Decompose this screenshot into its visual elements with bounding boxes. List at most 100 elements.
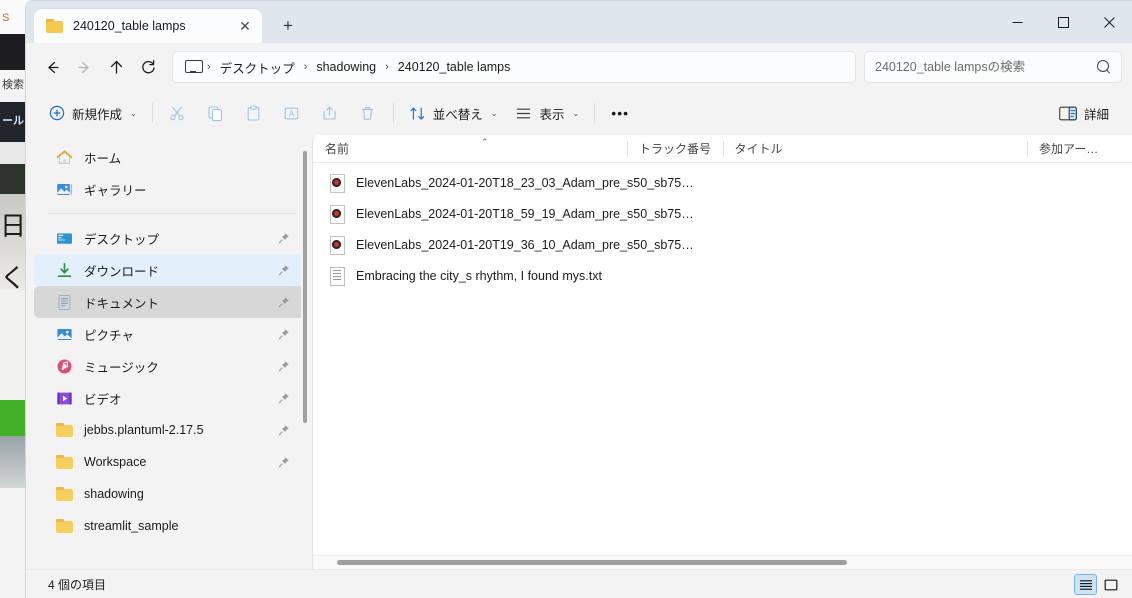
minimize-button[interactable] bbox=[994, 1, 1040, 43]
videos-icon bbox=[56, 390, 73, 407]
sidebar-item-downloads[interactable]: ダウンロード bbox=[34, 254, 304, 286]
column-header-row: 名前 ⌃ トラック番号 タイトル 参加アー… bbox=[313, 135, 1132, 163]
sidebar-item-label: ミュージック bbox=[84, 360, 159, 375]
sidebar-item-label: ギャラリー bbox=[84, 183, 147, 198]
new-tab-button[interactable]: + bbox=[274, 12, 302, 40]
sidebar-item-videos[interactable]: ビデオ bbox=[34, 382, 304, 414]
breadcrumb-separator: › bbox=[385, 61, 389, 73]
sidebar-item-streamlit-sample[interactable]: streamlit_sample bbox=[34, 510, 304, 542]
column-header-label: 参加アー… bbox=[1038, 142, 1099, 156]
navigation-pane: ホーム ギャラリー デスクトップ ダウンロード ドキュメント ピクチャ ミュージ… bbox=[26, 135, 312, 569]
sidebar-item-pictures[interactable]: ピクチャ bbox=[34, 318, 304, 350]
breadcrumb-item-desktop[interactable]: デスクトップ bbox=[213, 56, 302, 79]
copy-button[interactable] bbox=[197, 97, 235, 129]
sidebar-scrollbar-thumb[interactable] bbox=[303, 151, 307, 423]
close-tab-icon[interactable]: ✕ bbox=[232, 13, 258, 39]
sidebar-divider bbox=[48, 213, 296, 214]
toolbar-divider bbox=[392, 103, 394, 123]
mp3-file-icon bbox=[329, 173, 345, 193]
sidebar-item-jebbs-plantuml[interactable]: jebbs.plantuml-2.17.5 bbox=[34, 414, 304, 446]
bg-text-fragment: く bbox=[0, 263, 27, 293]
column-header-track-number[interactable]: トラック番号 bbox=[626, 135, 723, 163]
command-bar: 新規作成 ⌄ A 並べ替え ⌄ 表示 ⌄ ••• 詳細 bbox=[26, 91, 1132, 135]
sidebar-item-home[interactable]: ホーム bbox=[34, 141, 304, 173]
pin-icon[interactable] bbox=[278, 360, 290, 372]
column-header-artist[interactable]: 参加アー… bbox=[1026, 135, 1132, 163]
maximize-button[interactable] bbox=[1040, 1, 1086, 43]
search-input[interactable] bbox=[875, 60, 1097, 74]
table-row[interactable]: ElevenLabs_2024-01-20T18_59_19_Adam_pre_… bbox=[317, 198, 1128, 229]
sidebar-item-gallery[interactable]: ギャラリー bbox=[34, 173, 304, 205]
pin-icon[interactable] bbox=[278, 232, 290, 244]
folder-icon bbox=[56, 486, 73, 503]
horizontal-scrollbar-thumb[interactable] bbox=[337, 560, 847, 565]
large-icons-view-toggle[interactable] bbox=[1099, 574, 1122, 595]
sidebar-item-documents[interactable]: ドキュメント bbox=[34, 286, 304, 318]
view-button-label: 表示 bbox=[539, 107, 565, 122]
more-options-button[interactable]: ••• bbox=[601, 97, 639, 129]
sort-icon bbox=[409, 105, 426, 122]
sort-ascending-icon: ⌃ bbox=[481, 136, 489, 147]
tab-240120-table-lamps[interactable]: 240120_table lamps ✕ bbox=[34, 9, 262, 43]
sidebar-item-music[interactable]: ミュージック bbox=[34, 350, 304, 382]
toolbar-divider bbox=[151, 103, 153, 123]
forward-button[interactable] bbox=[68, 51, 100, 83]
file-explorer-window: 240120_table lamps ✕ + › デスクトップ › shadow… bbox=[25, 0, 1132, 598]
bg-text-fragment: S bbox=[2, 12, 10, 24]
pin-icon[interactable] bbox=[278, 296, 290, 308]
rename-button[interactable]: A bbox=[273, 97, 311, 129]
breadcrumb-item-shadowing[interactable]: shadowing bbox=[309, 58, 383, 76]
svg-text:A: A bbox=[289, 109, 295, 118]
view-button[interactable]: 表示 ⌄ bbox=[506, 97, 588, 129]
table-row[interactable]: Embracing the city_s rhythm, I found mys… bbox=[317, 260, 1128, 291]
sidebar-item-desktop[interactable]: デスクトップ bbox=[34, 222, 304, 254]
up-button[interactable] bbox=[100, 51, 132, 83]
toolbar-divider bbox=[594, 103, 596, 123]
details-pane-label: 詳細 bbox=[1083, 107, 1109, 122]
bg-text-fragment: ール bbox=[2, 115, 24, 127]
scissors-icon bbox=[169, 105, 186, 122]
paste-button[interactable] bbox=[235, 97, 273, 129]
column-header-title[interactable]: タイトル bbox=[722, 135, 1027, 163]
txt-file-icon bbox=[329, 266, 345, 286]
delete-button[interactable] bbox=[349, 97, 387, 129]
refresh-button[interactable] bbox=[132, 51, 164, 83]
table-row[interactable]: ElevenLabs_2024-01-20T18_23_03_Adam_pre_… bbox=[317, 167, 1128, 198]
mp3-file-icon bbox=[329, 235, 345, 255]
monitor-icon[interactable] bbox=[185, 60, 203, 74]
details-view-toggle[interactable] bbox=[1074, 574, 1097, 595]
sidebar-item-workspace[interactable]: Workspace bbox=[34, 446, 304, 478]
new-button[interactable]: 新規作成 ⌄ bbox=[40, 97, 146, 129]
search-icon[interactable] bbox=[1097, 60, 1111, 74]
details-pane-button[interactable]: 詳細 bbox=[1050, 97, 1118, 129]
sort-button[interactable]: 並べ替え ⌄ bbox=[400, 97, 507, 129]
address-bar-row: › デスクトップ › shadowing › 240120_table lamp… bbox=[26, 43, 1132, 91]
close-window-button[interactable] bbox=[1086, 1, 1132, 43]
sidebar-scrollbar[interactable] bbox=[301, 141, 309, 559]
pin-icon[interactable] bbox=[278, 392, 290, 404]
pin-icon[interactable] bbox=[278, 456, 290, 468]
search-box[interactable] bbox=[864, 51, 1122, 83]
table-row[interactable]: ElevenLabs_2024-01-20T19_36_10_Adam_pre_… bbox=[317, 229, 1128, 260]
home-icon bbox=[56, 149, 73, 166]
pin-icon[interactable] bbox=[278, 424, 290, 436]
breadcrumb-item-current[interactable]: 240120_table lamps bbox=[391, 58, 518, 76]
back-button[interactable] bbox=[36, 51, 68, 83]
file-name: ElevenLabs_2024-01-20T18_23_03_Adam_pre_… bbox=[356, 175, 694, 190]
file-name: Embracing the city_s rhythm, I found mys… bbox=[356, 268, 602, 283]
sidebar-item-shadowing[interactable]: shadowing bbox=[34, 478, 304, 510]
pin-icon[interactable] bbox=[278, 264, 290, 276]
pin-icon[interactable] bbox=[278, 328, 290, 340]
rename-icon: A bbox=[283, 105, 300, 122]
downloads-icon bbox=[56, 262, 73, 279]
share-button[interactable] bbox=[311, 97, 349, 129]
folder-icon bbox=[46, 19, 63, 33]
column-header-name[interactable]: 名前 ⌃ bbox=[313, 135, 627, 163]
horizontal-scrollbar[interactable] bbox=[313, 555, 1132, 569]
sidebar-item-label: デスクトップ bbox=[84, 232, 160, 247]
status-bar: 4 個の項目 bbox=[26, 569, 1132, 598]
cut-button[interactable] bbox=[159, 97, 197, 129]
new-button-label: 新規作成 bbox=[72, 107, 123, 122]
item-count-label: 4 個の項目 bbox=[48, 578, 107, 592]
breadcrumb[interactable]: › デスクトップ › shadowing › 240120_table lamp… bbox=[172, 51, 856, 83]
